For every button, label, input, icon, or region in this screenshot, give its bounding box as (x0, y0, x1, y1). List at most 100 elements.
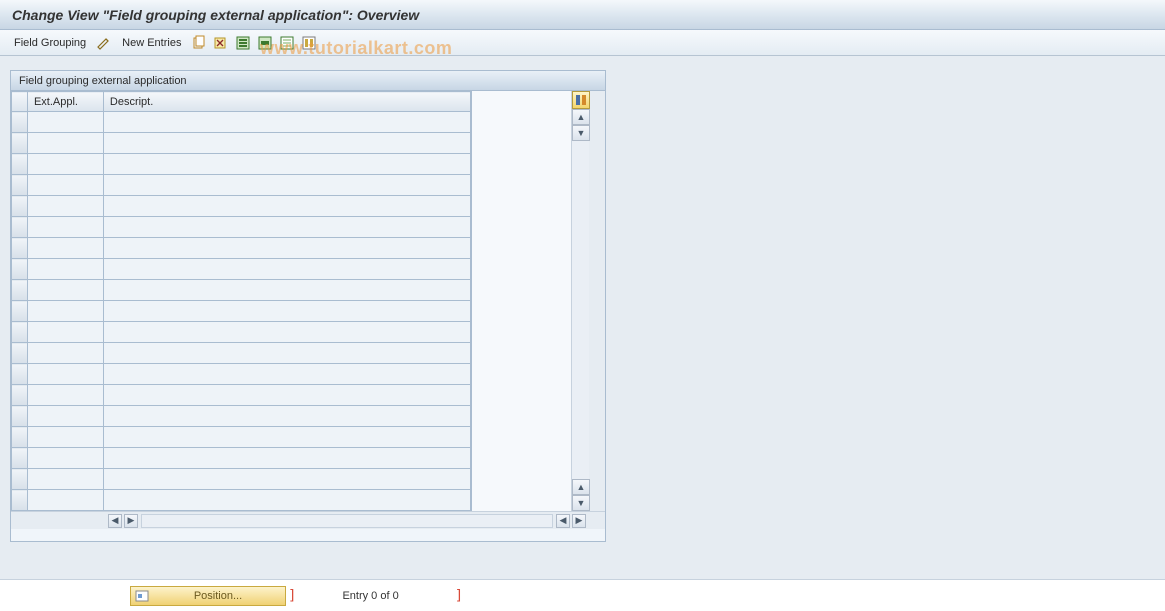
cell-descript[interactable] (103, 385, 470, 406)
data-grid[interactable]: Ext.Appl. Descript. (11, 91, 471, 511)
table-row[interactable] (12, 427, 471, 448)
cell-ext-appl[interactable] (27, 343, 103, 364)
table-row[interactable] (12, 196, 471, 217)
scroll-page-up-icon[interactable]: ▼ (572, 125, 590, 141)
cell-descript[interactable] (103, 490, 470, 511)
cell-descript[interactable] (103, 343, 470, 364)
table-row[interactable] (12, 175, 471, 196)
cell-ext-appl[interactable] (27, 175, 103, 196)
hscroll-track[interactable] (141, 514, 553, 528)
row-selector[interactable] (12, 154, 28, 175)
cell-descript[interactable] (103, 217, 470, 238)
scroll-page-left-icon[interactable]: ▶ (124, 514, 138, 528)
row-selector[interactable] (12, 448, 28, 469)
row-selector[interactable] (12, 385, 28, 406)
cell-ext-appl[interactable] (27, 406, 103, 427)
select-all-header[interactable] (12, 92, 28, 112)
cell-ext-appl[interactable] (27, 490, 103, 511)
horizontal-scrollbar[interactable]: ◀ ▶ ◀ ▶ (11, 511, 605, 529)
cell-ext-appl[interactable] (27, 301, 103, 322)
scroll-up-icon[interactable]: ▲ (572, 109, 590, 125)
scroll-down-icon[interactable]: ▼ (572, 495, 590, 511)
cell-descript[interactable] (103, 427, 470, 448)
scroll-left-icon[interactable]: ◀ (108, 514, 122, 528)
cell-descript[interactable] (103, 133, 470, 154)
cell-descript[interactable] (103, 196, 470, 217)
select-block-icon[interactable] (257, 35, 273, 51)
table-row[interactable] (12, 112, 471, 133)
table-row[interactable] (12, 406, 471, 427)
row-selector[interactable] (12, 175, 28, 196)
new-entries-button[interactable]: New Entries (118, 37, 185, 49)
cell-ext-appl[interactable] (27, 259, 103, 280)
config-icon[interactable] (301, 35, 317, 51)
table-row[interactable] (12, 133, 471, 154)
cell-ext-appl[interactable] (27, 238, 103, 259)
table-row[interactable] (12, 322, 471, 343)
row-selector[interactable] (12, 238, 28, 259)
delete-icon[interactable] (213, 35, 229, 51)
cell-ext-appl[interactable] (27, 154, 103, 175)
row-selector[interactable] (12, 217, 28, 238)
row-selector[interactable] (12, 406, 28, 427)
cell-descript[interactable] (103, 238, 470, 259)
cell-ext-appl[interactable] (27, 427, 103, 448)
toggle-edit-icon[interactable] (96, 35, 112, 51)
field-grouping-button[interactable]: Field Grouping (10, 37, 90, 49)
table-row[interactable] (12, 259, 471, 280)
cell-descript[interactable] (103, 259, 470, 280)
row-selector[interactable] (12, 280, 28, 301)
deselect-all-icon[interactable] (279, 35, 295, 51)
row-selector[interactable] (12, 196, 28, 217)
cell-ext-appl[interactable] (27, 469, 103, 490)
cell-ext-appl[interactable] (27, 112, 103, 133)
cell-descript[interactable] (103, 154, 470, 175)
row-selector[interactable] (12, 322, 28, 343)
cell-ext-appl[interactable] (27, 322, 103, 343)
column-ext-appl[interactable]: Ext.Appl. (27, 92, 103, 112)
table-row[interactable] (12, 217, 471, 238)
cell-descript[interactable] (103, 469, 470, 490)
cell-ext-appl[interactable] (27, 385, 103, 406)
cell-ext-appl[interactable] (27, 364, 103, 385)
table-row[interactable] (12, 469, 471, 490)
cell-descript[interactable] (103, 112, 470, 133)
row-selector[interactable] (12, 301, 28, 322)
cell-descript[interactable] (103, 175, 470, 196)
row-selector[interactable] (12, 133, 28, 154)
cell-descript[interactable] (103, 406, 470, 427)
table-row[interactable] (12, 154, 471, 175)
cell-ext-appl[interactable] (27, 217, 103, 238)
table-settings-icon[interactable] (572, 91, 590, 109)
row-selector[interactable] (12, 490, 28, 511)
row-selector[interactable] (12, 259, 28, 280)
cell-descript[interactable] (103, 301, 470, 322)
cell-ext-appl[interactable] (27, 196, 103, 217)
row-selector[interactable] (12, 364, 28, 385)
column-descript[interactable]: Descript. (103, 92, 470, 112)
vscroll-track[interactable] (572, 141, 589, 479)
table-row[interactable] (12, 448, 471, 469)
table-row[interactable] (12, 301, 471, 322)
cell-ext-appl[interactable] (27, 133, 103, 154)
scroll-page-down-icon[interactable]: ▲ (572, 479, 590, 495)
cell-descript[interactable] (103, 322, 470, 343)
table-row[interactable] (12, 238, 471, 259)
copy-icon[interactable] (191, 35, 207, 51)
table-row[interactable] (12, 364, 471, 385)
cell-ext-appl[interactable] (27, 280, 103, 301)
row-selector[interactable] (12, 112, 28, 133)
row-selector[interactable] (12, 343, 28, 364)
table-row[interactable] (12, 343, 471, 364)
cell-descript[interactable] (103, 364, 470, 385)
select-all-icon[interactable] (235, 35, 251, 51)
table-row[interactable] (12, 385, 471, 406)
cell-descript[interactable] (103, 280, 470, 301)
scroll-right-icon[interactable]: ▶ (572, 514, 586, 528)
position-button[interactable]: Position... (130, 586, 286, 606)
row-selector[interactable] (12, 427, 28, 448)
table-row[interactable] (12, 280, 471, 301)
cell-ext-appl[interactable] (27, 448, 103, 469)
cell-descript[interactable] (103, 448, 470, 469)
row-selector[interactable] (12, 469, 28, 490)
